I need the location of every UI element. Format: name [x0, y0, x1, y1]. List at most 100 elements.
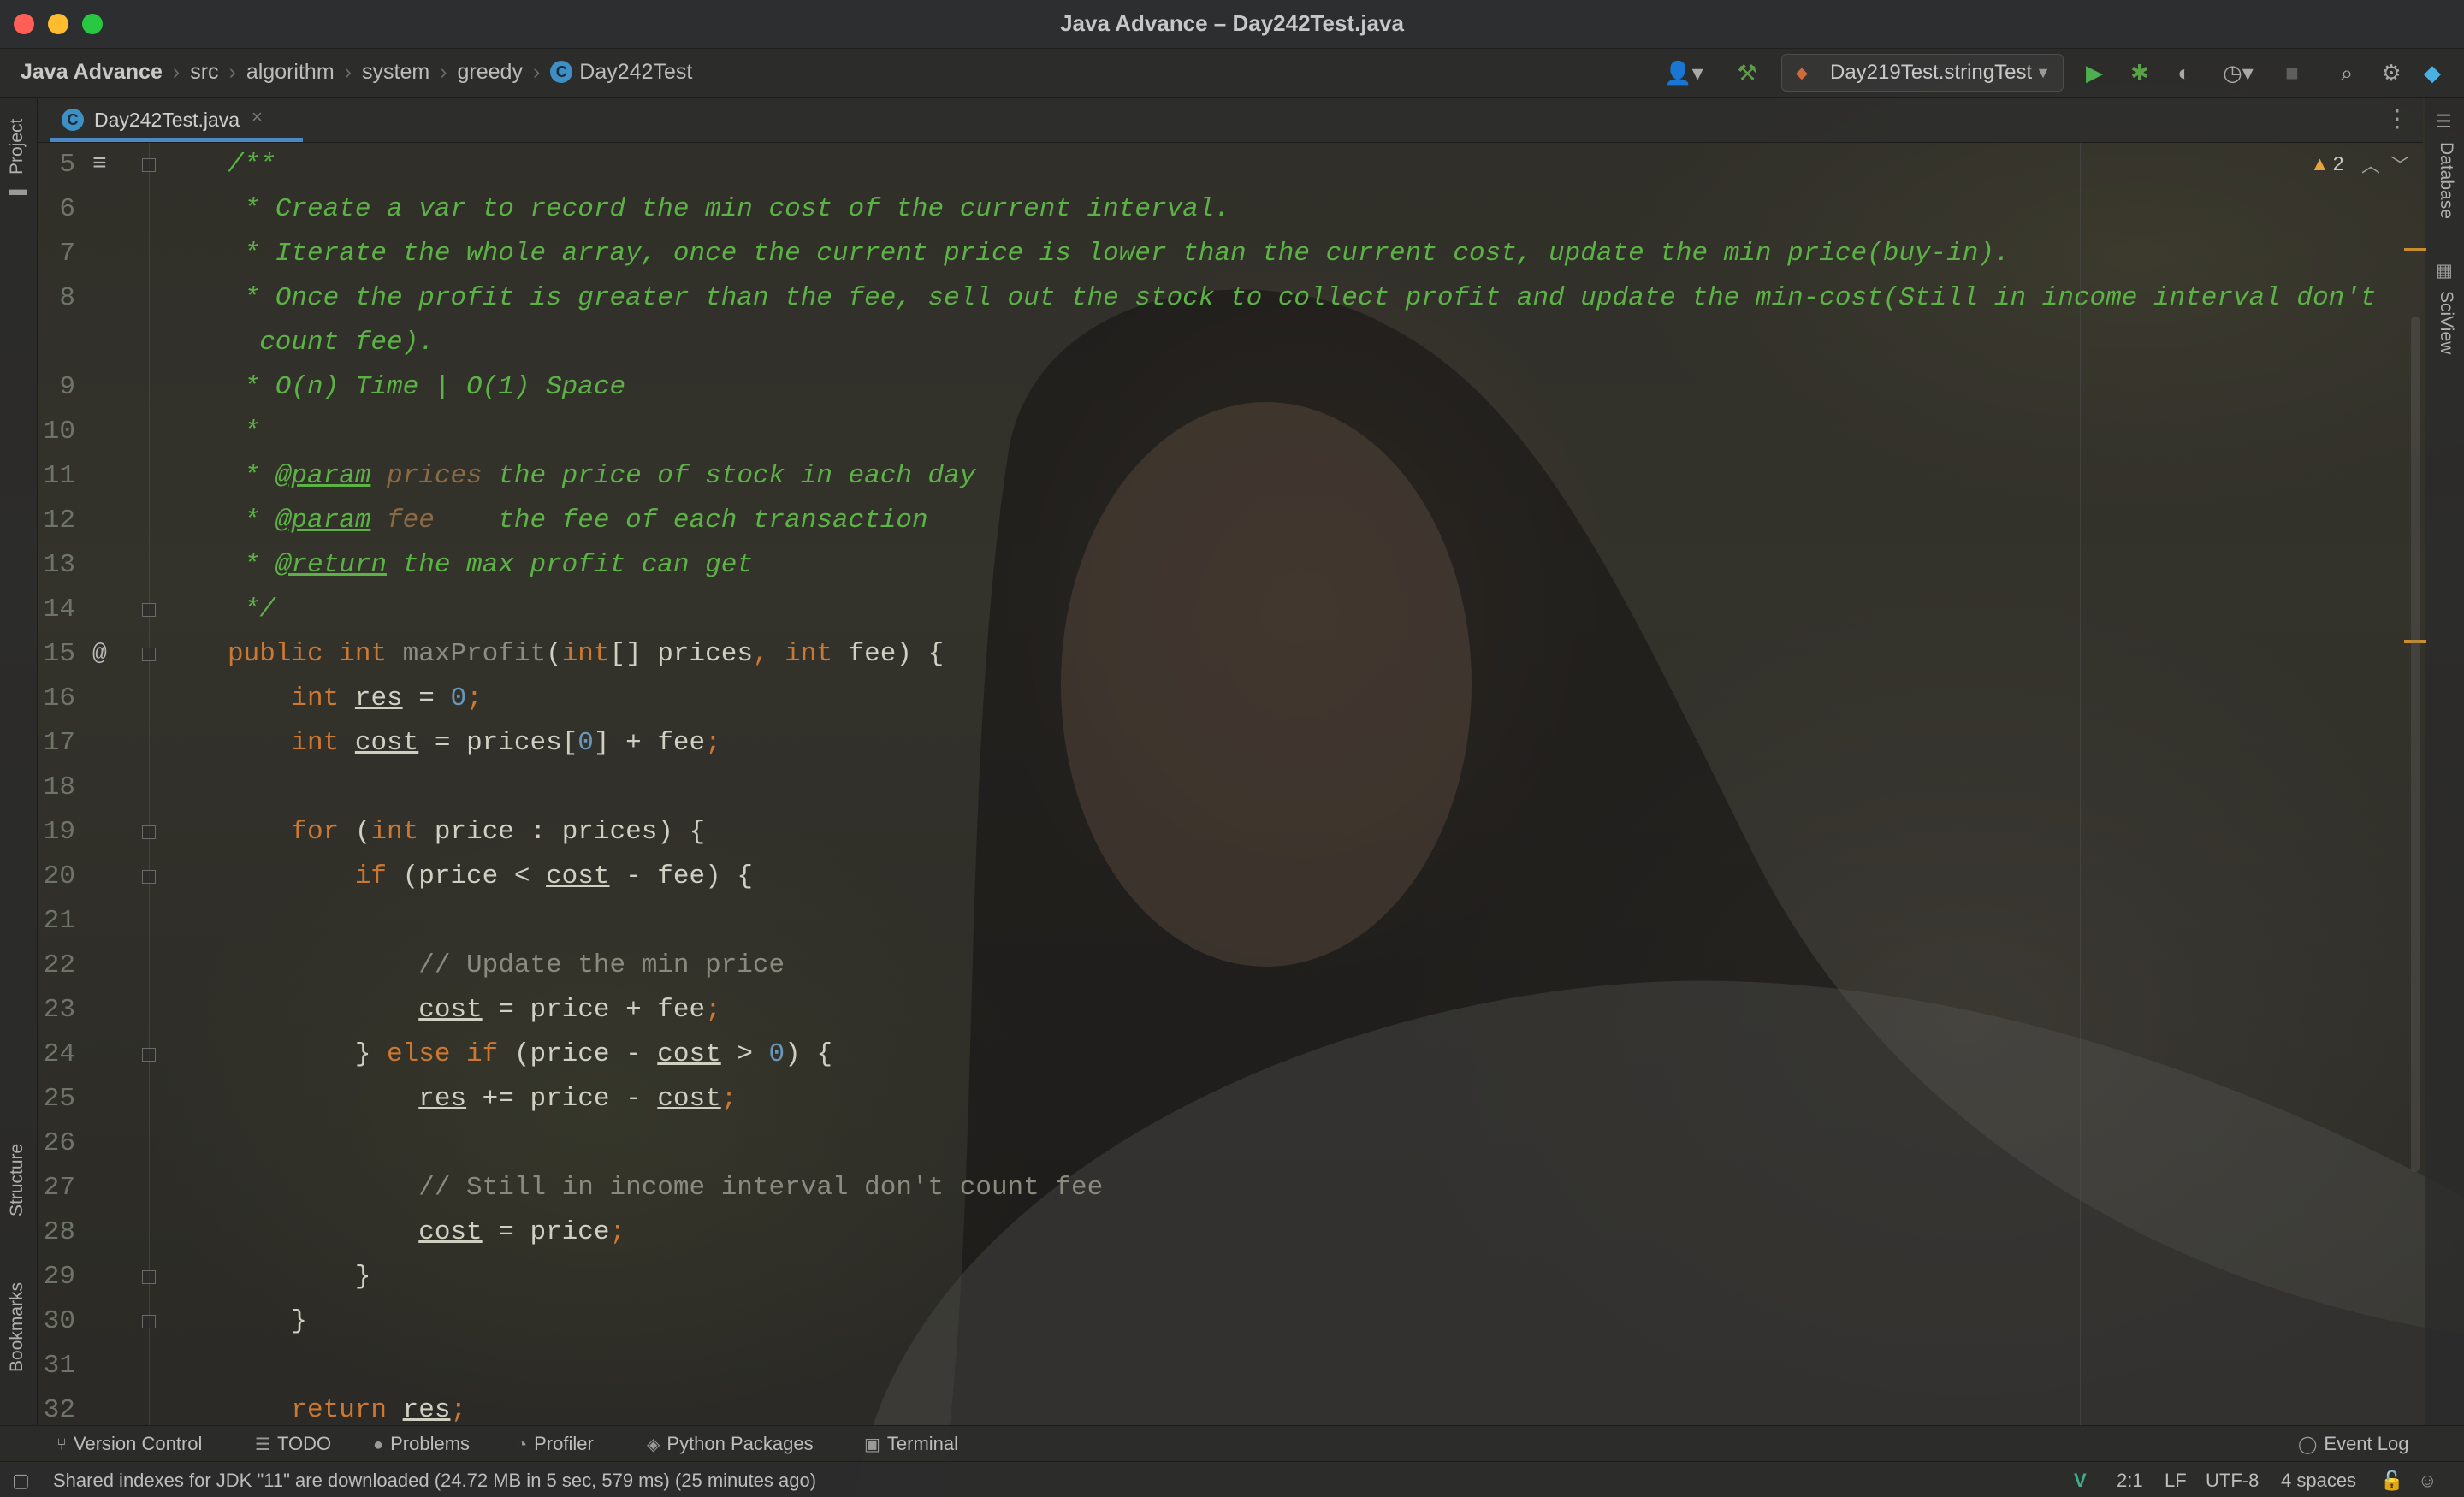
- stop-icon[interactable]: ■: [2279, 59, 2305, 86]
- tool-todo[interactable]: ☰ TODO: [255, 1433, 331, 1455]
- fold-toggle-icon[interactable]: [142, 825, 156, 839]
- breadcrumb-system[interactable]: system: [362, 60, 429, 84]
- code-line[interactable]: 17 int cost = prices[0] + fee;: [38, 721, 2423, 766]
- breadcrumb-src[interactable]: src: [190, 60, 218, 84]
- chevron-up-icon[interactable]: ︿: [2361, 155, 2380, 176]
- code-text[interactable]: * O(n) Time | O(1) Space: [228, 365, 625, 410]
- code-line[interactable]: 18: [38, 766, 2423, 810]
- code-text[interactable]: // Update the min price: [228, 944, 785, 988]
- code-line[interactable]: 11 * @param prices the price of stock in…: [38, 454, 2423, 499]
- code-line[interactable]: 6 * Create a var to record the min cost …: [38, 187, 2423, 232]
- code-line[interactable]: 21: [38, 899, 2423, 944]
- line-number[interactable]: 24: [38, 1033, 75, 1077]
- line-number[interactable]: 6: [38, 187, 75, 232]
- code-text[interactable]: if (price < cost - fee) {: [228, 855, 753, 899]
- code-line[interactable]: 12 * @param fee the fee of each transact…: [38, 499, 2423, 543]
- database-tool-button[interactable]: Database: [2436, 142, 2456, 219]
- tool-version-control[interactable]: ⑂ Version Control: [56, 1433, 202, 1455]
- code-text[interactable]: *: [228, 410, 260, 454]
- tool-python-packages[interactable]: ◈ Python Packages: [647, 1433, 814, 1455]
- code-text[interactable]: * @return the max profit can get: [228, 543, 753, 588]
- line-number[interactable]: 26: [38, 1121, 75, 1166]
- coverage-icon[interactable]: ◐: [2170, 59, 2199, 86]
- caret-position[interactable]: 2:1: [2117, 1470, 2143, 1492]
- code-line[interactable]: 14 */: [38, 588, 2423, 632]
- line-number[interactable]: 16: [38, 677, 75, 721]
- line-number[interactable]: 23: [38, 988, 75, 1033]
- run-configuration-selector[interactable]: ◆ Day219Test.stringTest ▼: [1781, 54, 2064, 92]
- lock-icon[interactable]: 🔓: [2380, 1470, 2403, 1492]
- breadcrumb-greedy[interactable]: greedy: [458, 60, 523, 84]
- gear-icon[interactable]: ⚙: [2377, 59, 2406, 86]
- code-line[interactable]: 7 * Iterate the whole array, once the cu…: [38, 232, 2423, 276]
- code-line[interactable]: 27 // Still in income interval don't cou…: [38, 1166, 2423, 1210]
- line-number[interactable]: 20: [38, 855, 75, 899]
- tool-terminal[interactable]: ▣ Terminal: [864, 1433, 958, 1455]
- code-text[interactable]: * @param prices the price of stock in ea…: [228, 454, 976, 499]
- line-number[interactable]: 12: [38, 499, 75, 543]
- line-number[interactable]: 9: [38, 365, 75, 410]
- warning-stripe-marker[interactable]: [2404, 248, 2426, 251]
- code-text[interactable]: // Still in income interval don't count …: [228, 1166, 1103, 1210]
- file-encoding[interactable]: UTF-8: [2206, 1470, 2259, 1492]
- code-line[interactable]: 5 ≡ /**: [38, 143, 2423, 187]
- code-line[interactable]: 29 }: [38, 1255, 2423, 1299]
- code-text[interactable]: cost = price;: [228, 1210, 625, 1255]
- breadcrumb-algorithm[interactable]: algorithm: [246, 60, 335, 84]
- code-line[interactable]: 31: [38, 1344, 2423, 1388]
- line-number[interactable]: 31: [38, 1344, 75, 1388]
- line-number[interactable]: 28: [38, 1210, 75, 1255]
- doc-render-icon[interactable]: ≡: [92, 143, 107, 187]
- code-text[interactable]: } else if (price - cost > 0) {: [228, 1033, 832, 1077]
- line-number[interactable]: 30: [38, 1299, 75, 1344]
- search-icon[interactable]: ⌕: [2332, 59, 2361, 86]
- line-separator[interactable]: LF: [2165, 1470, 2187, 1492]
- code-line[interactable]: 13 * @return the max profit can get: [38, 543, 2423, 588]
- line-number[interactable]: 8: [38, 276, 75, 321]
- code-text[interactable]: cost = price + fee;: [228, 988, 720, 1033]
- code-line[interactable]: 28 cost = price;: [38, 1210, 2423, 1255]
- code-line[interactable]: 20 if (price < cost - fee) {: [38, 855, 2423, 899]
- debug-icon[interactable]: ✱: [2125, 59, 2154, 86]
- breadcrumb-class[interactable]: Day242Test: [579, 60, 692, 84]
- line-number[interactable]: 5: [38, 143, 75, 187]
- fold-toggle-icon[interactable]: [142, 603, 156, 617]
- fold-toggle-icon[interactable]: [142, 1048, 156, 1062]
- line-number[interactable]: 10: [38, 410, 75, 454]
- code-text[interactable]: * Once the profit is greater than the fe…: [228, 276, 2377, 321]
- fold-toggle-icon[interactable]: [142, 648, 156, 661]
- line-number[interactable]: 13: [38, 543, 75, 588]
- line-number[interactable]: 17: [38, 721, 75, 766]
- code-text[interactable]: * Iterate the whole array, once the curr…: [228, 232, 2011, 276]
- fold-toggle-icon[interactable]: [142, 870, 156, 884]
- line-number[interactable]: 27: [38, 1166, 75, 1210]
- line-number[interactable]: 32: [38, 1388, 75, 1425]
- run-icon[interactable]: ▶: [2081, 59, 2108, 86]
- bookmarks-tool-button[interactable]: Bookmarks: [7, 1282, 27, 1372]
- tool-profiler[interactable]: ◔ Profiler: [517, 1433, 594, 1455]
- code-line[interactable]: 19 for (int price : prices) {: [38, 810, 2423, 855]
- editor-scrollbar[interactable]: [2411, 317, 2420, 1172]
- code-text[interactable]: /**: [228, 143, 275, 187]
- code-line[interactable]: 24 } else if (price - cost > 0) {: [38, 1033, 2423, 1077]
- tool-problems[interactable]: ● Problems: [373, 1433, 470, 1455]
- code-line[interactable]: 26: [38, 1121, 2423, 1166]
- fold-toggle-icon[interactable]: [142, 1270, 156, 1284]
- more-vertical-icon[interactable]: ⋮: [2385, 104, 2409, 133]
- code-text[interactable]: public int maxProfit(int[] prices, int f…: [228, 632, 944, 677]
- code-text[interactable]: * Create a var to record the min cost of…: [228, 187, 1230, 232]
- code-text[interactable]: */: [228, 588, 275, 632]
- code-line[interactable]: 15 @ public int maxProfit(int[] prices, in…: [38, 632, 2423, 677]
- code-line[interactable]: 8 * Once the profit is greater than the …: [38, 276, 2423, 321]
- code-text[interactable]: int cost = prices[0] + fee;: [228, 721, 720, 766]
- line-number[interactable]: 25: [38, 1077, 75, 1121]
- code-text[interactable]: return res;: [228, 1388, 466, 1425]
- fold-toggle-icon[interactable]: [142, 158, 156, 172]
- code-text[interactable]: res += price - cost;: [228, 1077, 737, 1121]
- line-number[interactable]: 22: [38, 944, 75, 988]
- code-line[interactable]: 16 int res = 0;: [38, 677, 2423, 721]
- line-number[interactable]: 19: [38, 810, 75, 855]
- project-tool-button[interactable]: Project: [7, 119, 27, 175]
- tool-event-log[interactable]: ◯ Event Log: [2298, 1433, 2408, 1455]
- code-line[interactable]: 9 * O(n) Time | O(1) Space: [38, 365, 2423, 410]
